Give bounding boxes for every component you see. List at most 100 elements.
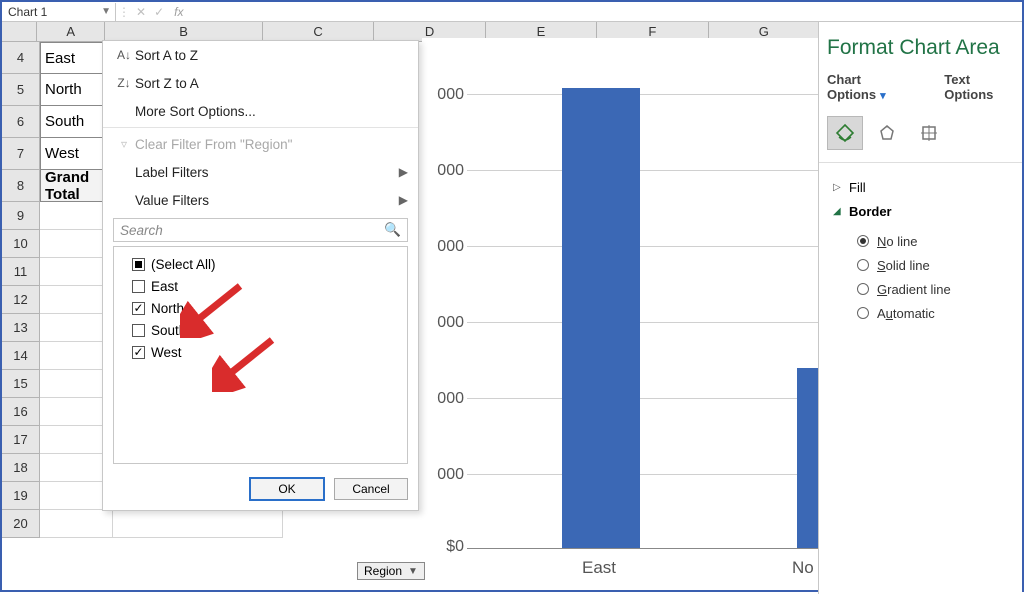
border-section-toggle[interactable]: ◢ Border [833, 199, 1018, 223]
pivot-chart[interactable]: 000 000 000 000 000 000 $0 East No [422, 38, 822, 568]
chart-options-tab[interactable]: Chart Options ▾ [827, 72, 922, 102]
menu-label: Label Filters [135, 165, 209, 180]
y-tick: 000 [422, 390, 464, 408]
menu-label: Sort A to Z [135, 48, 198, 63]
row-header[interactable]: 15 [2, 370, 40, 398]
checkbox-unchecked-icon[interactable] [132, 324, 145, 337]
row-header[interactable]: 19 [2, 482, 40, 510]
fill-section-toggle[interactable]: ▷ Fill [833, 175, 1018, 199]
row-header[interactable]: 12 [2, 286, 40, 314]
border-no-line[interactable]: No line [857, 229, 1018, 253]
formula-confirm-icon: ✓ [154, 5, 164, 19]
row-header[interactable]: 11 [2, 258, 40, 286]
submenu-arrow-icon: ▶ [399, 193, 408, 207]
row-header[interactable]: 13 [2, 314, 40, 342]
menu-sort-az[interactable]: A↓ Sort A to Z [103, 41, 418, 69]
filter-item-east[interactable]: East [122, 275, 399, 297]
row-header[interactable]: 14 [2, 342, 40, 370]
region-field-button[interactable]: Region ▼ [357, 562, 425, 580]
cell[interactable] [40, 510, 113, 538]
row-header[interactable]: 8 [2, 170, 40, 202]
select-all-corner[interactable] [2, 22, 37, 41]
search-icon: 🔍 [384, 222, 401, 238]
row-header[interactable]: 17 [2, 426, 40, 454]
chevron-down-icon: ▼ [408, 566, 418, 577]
filter-search-input[interactable]: Search 🔍 [113, 218, 408, 242]
funnel-clear-icon: ▿ [113, 137, 135, 151]
y-tick: 000 [422, 162, 464, 180]
radio-icon[interactable] [857, 307, 869, 319]
row-header[interactable]: 4 [2, 42, 40, 74]
formula-bar-separator: ⋮ [116, 5, 132, 19]
ok-button[interactable]: OK [250, 478, 324, 500]
format-chart-area-pane: Format Chart Area Chart Options ▾ Text Op… [818, 22, 1022, 594]
x-label-east: East [582, 558, 616, 578]
y-tick: $0 [422, 538, 464, 556]
sort-za-icon: Z↓ [113, 76, 135, 90]
filter-item-select-all[interactable]: (Select All) [122, 253, 399, 275]
radio-icon[interactable] [857, 259, 869, 271]
menu-sort-za[interactable]: Z↓ Sort Z to A [103, 69, 418, 97]
row-header[interactable]: 16 [2, 398, 40, 426]
checkbox-unchecked-icon[interactable] [132, 280, 145, 293]
x-axis [467, 548, 822, 549]
filter-item-label: West [151, 345, 182, 360]
radio-icon[interactable] [857, 283, 869, 295]
menu-separator [103, 127, 418, 128]
row-header[interactable]: 20 [2, 510, 40, 538]
name-box-value: Chart 1 [8, 5, 47, 19]
row-header[interactable]: 5 [2, 74, 40, 106]
pane-icon-tabs [819, 110, 1022, 163]
row-header[interactable]: 10 [2, 230, 40, 258]
chevron-down-icon: ▾ [880, 90, 886, 102]
menu-label: More Sort Options... [135, 104, 256, 119]
section-label: Border [849, 204, 892, 219]
cancel-button[interactable]: Cancel [334, 478, 408, 500]
fx-icon[interactable]: fx [174, 5, 183, 19]
col-header-a[interactable]: A [37, 22, 105, 41]
pane-title: Format Chart Area [819, 22, 1022, 70]
col-header-b[interactable]: B [105, 22, 263, 41]
checkbox-checked-icon[interactable] [132, 302, 145, 315]
tab-label: Chart Options [827, 72, 876, 102]
row-header[interactable]: 18 [2, 454, 40, 482]
option-label: No line [877, 234, 917, 249]
col-header-c[interactable]: C [263, 22, 374, 41]
row-header[interactable]: 6 [2, 106, 40, 138]
option-label: Solid line [877, 258, 930, 273]
formula-cancel-icon: ✕ [136, 5, 146, 19]
search-placeholder: Search [120, 223, 163, 238]
menu-value-filters[interactable]: Value Filters ▶ [103, 186, 418, 214]
name-box[interactable]: Chart 1 ▼ [4, 3, 116, 21]
menu-label-filters[interactable]: Label Filters ▶ [103, 158, 418, 186]
filter-item-north[interactable]: North [122, 297, 399, 319]
region-field-label: Region [364, 564, 402, 578]
bar-east[interactable] [562, 88, 640, 548]
y-tick: 000 [422, 466, 464, 484]
row-header[interactable]: 7 [2, 138, 40, 170]
checkbox-checked-icon[interactable] [132, 346, 145, 359]
effects-tab-icon[interactable] [869, 116, 905, 150]
fill-line-tab-icon[interactable] [827, 116, 863, 150]
submenu-arrow-icon: ▶ [399, 165, 408, 179]
menu-clear-filter: ▿ Clear Filter From "Region" [103, 130, 418, 158]
border-solid-line[interactable]: Solid line [857, 253, 1018, 277]
collapsed-triangle-icon: ▷ [833, 182, 843, 193]
checkbox-partial-icon[interactable] [132, 258, 145, 271]
y-tick: 000 [422, 314, 464, 332]
menu-label: Sort Z to A [135, 76, 199, 91]
menu-more-sort[interactable]: More Sort Options... [103, 97, 418, 125]
size-tab-icon[interactable] [911, 116, 947, 150]
cell[interactable] [113, 510, 283, 538]
row-header[interactable]: 9 [2, 202, 40, 230]
x-label-north: No [792, 558, 814, 578]
border-gradient-line[interactable]: Gradient line [857, 277, 1018, 301]
filter-item-label: (Select All) [151, 257, 216, 272]
formula-bar: Chart 1 ▼ ⋮ ✕ ✓ fx [2, 2, 1022, 22]
filter-context-menu: A↓ Sort A to Z Z↓ Sort Z to A More Sort … [102, 40, 419, 511]
border-automatic[interactable]: Automatic [857, 301, 1018, 325]
border-options: No line Solid line Gradient line Automat… [833, 223, 1018, 325]
radio-selected-icon[interactable] [857, 235, 869, 247]
text-options-tab[interactable]: Text Options [944, 72, 1022, 102]
name-box-dropdown-icon[interactable]: ▼ [101, 6, 111, 17]
